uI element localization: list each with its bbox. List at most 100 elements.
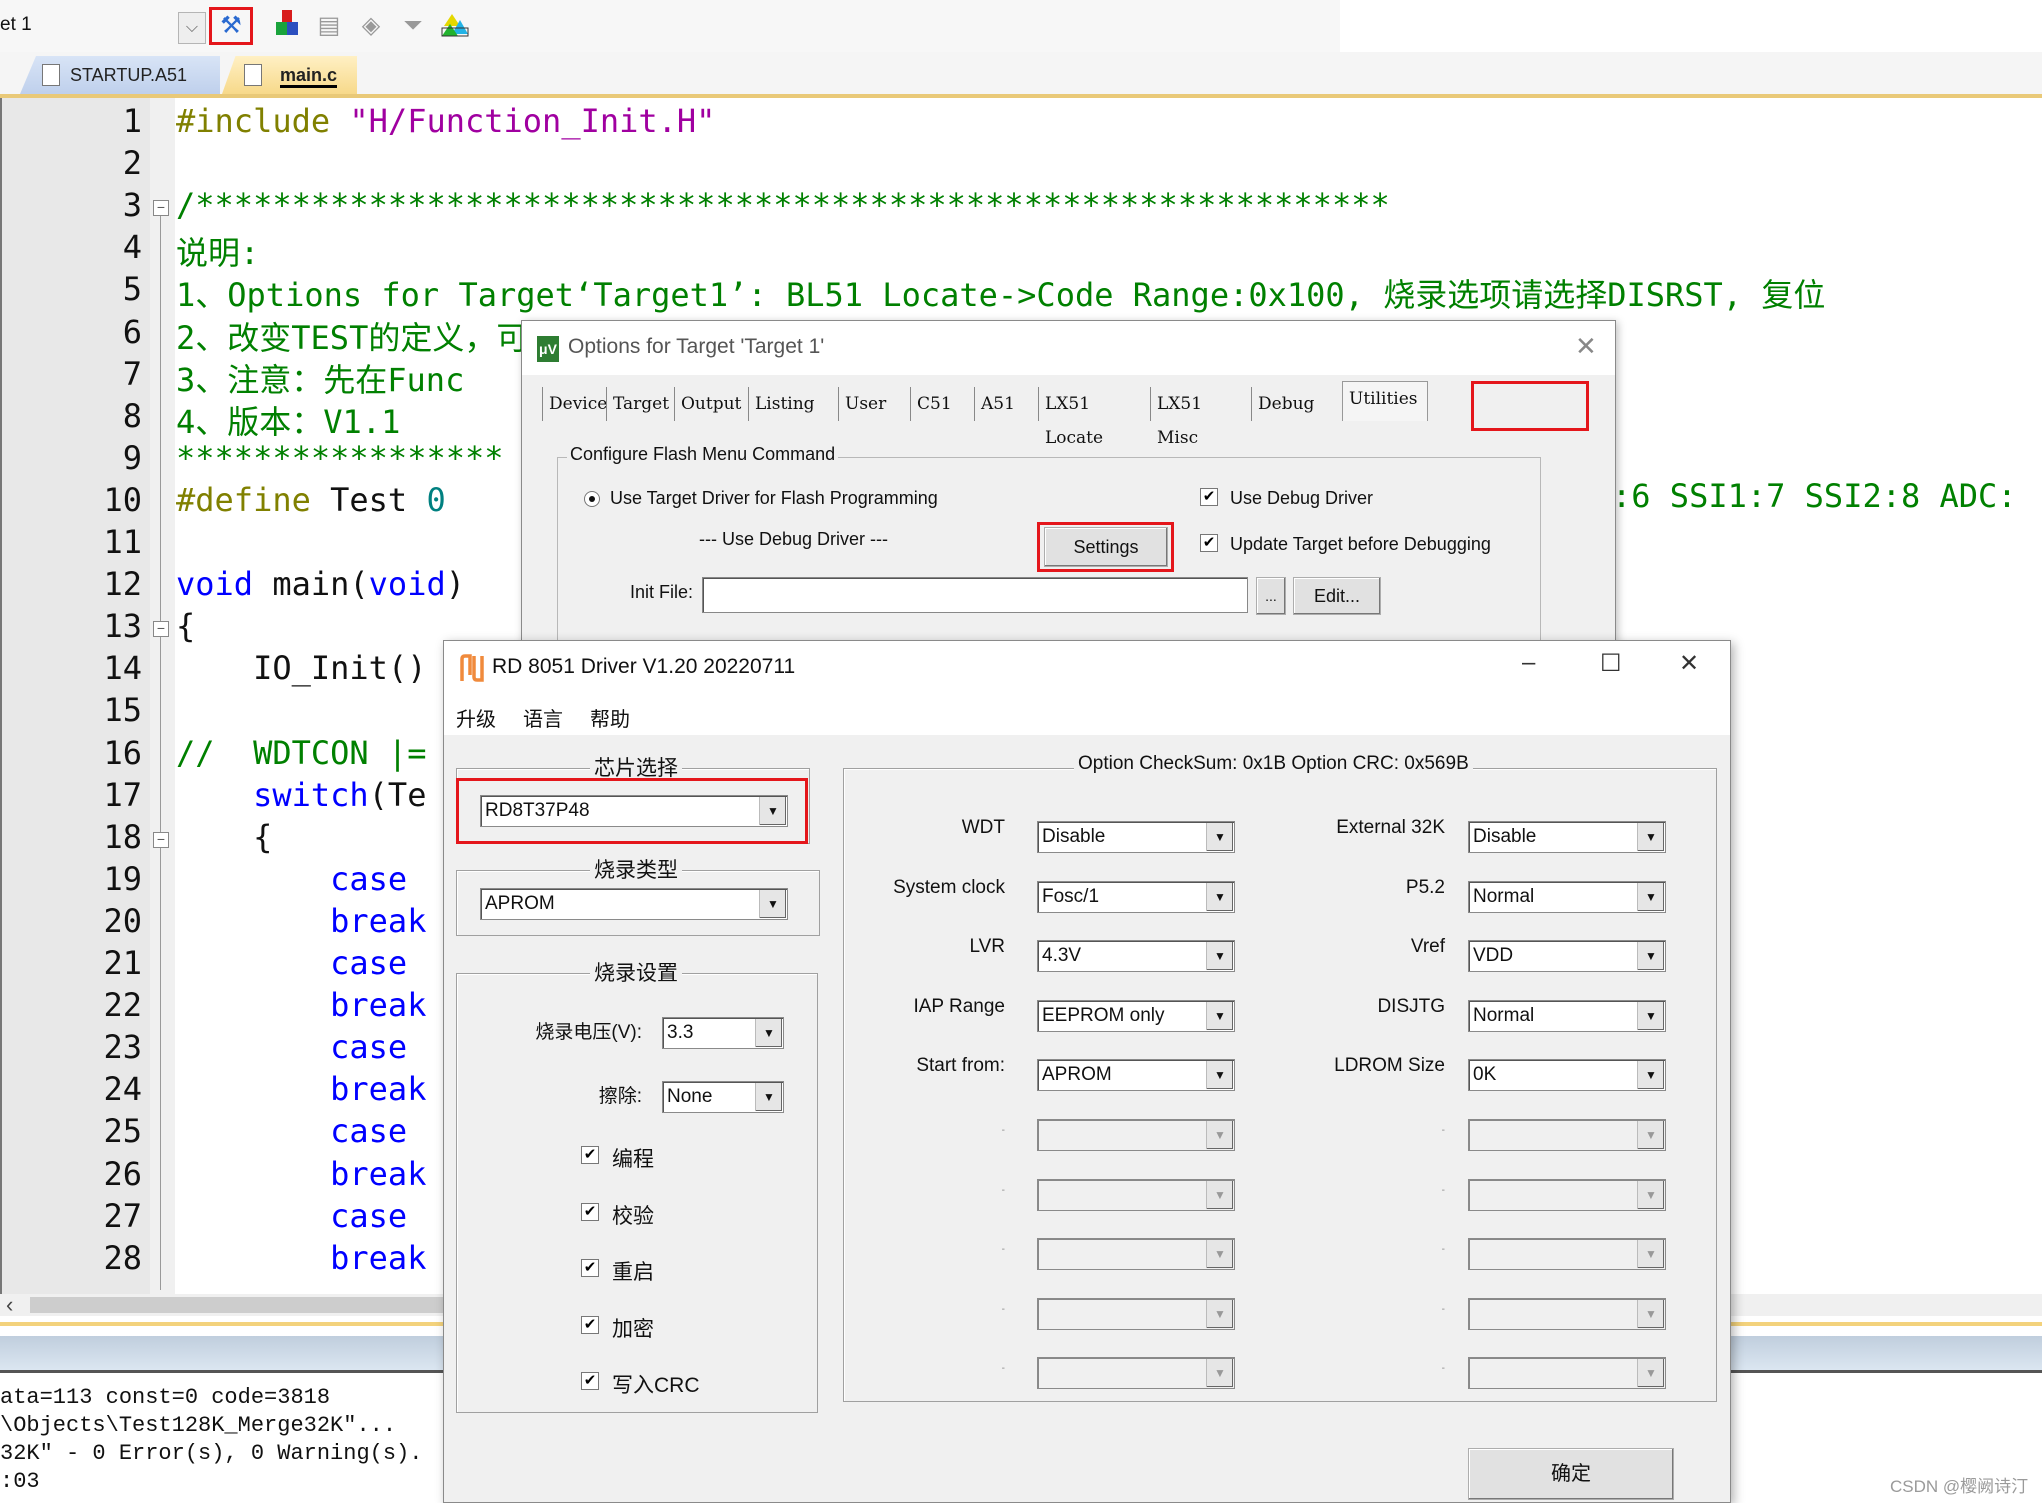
line-number: 28 bbox=[103, 1238, 142, 1277]
options-tab-target[interactable]: Target bbox=[606, 387, 670, 421]
option-combo-external-32k[interactable]: Disable ▼ bbox=[1468, 821, 1666, 853]
dropdown-arrow-icon[interactable]: ▼ bbox=[1206, 882, 1233, 911]
window-stack-icon[interactable]: ▤ bbox=[310, 8, 348, 44]
init-file-input[interactable] bbox=[702, 577, 1248, 613]
burn-option-checkbox[interactable]: ✔ bbox=[581, 1202, 599, 1221]
options-tab-lx51-locate[interactable]: LX51 Locate bbox=[1038, 387, 1146, 448]
option-combo-disabled: ▼ bbox=[1037, 1297, 1235, 1330]
menu-language[interactable]: 语言 bbox=[523, 703, 563, 732]
radio-label: Use Target Driver for Flash Programming bbox=[610, 488, 938, 508]
option-combo-disjtg[interactable]: Normal ▼ bbox=[1468, 999, 1666, 1032]
dialog-title: Options for Target 'Target 1' bbox=[568, 335, 825, 358]
options-tab-output[interactable]: Output bbox=[674, 387, 744, 421]
fold-toggle-icon[interactable]: − bbox=[153, 831, 169, 848]
line-number: 24 bbox=[103, 1070, 142, 1109]
code-token: ***************** bbox=[176, 438, 504, 477]
target-select-value[interactable]: et 1 bbox=[0, 14, 32, 36]
dropdown-arrow-icon[interactable]: ▼ bbox=[1206, 942, 1233, 971]
document-icon bbox=[42, 64, 60, 86]
code-token: case bbox=[176, 859, 408, 898]
burn-option-checkbox[interactable]: ✔ bbox=[581, 1315, 599, 1334]
menu-help[interactable]: 帮助 bbox=[590, 703, 630, 732]
tab-main-c[interactable]: main.c bbox=[222, 56, 357, 94]
fold-toggle-icon[interactable]: − bbox=[153, 621, 169, 638]
dropdown-arrow-icon[interactable]: ▼ bbox=[755, 1083, 782, 1111]
line-number: 21 bbox=[103, 944, 142, 982]
colorful-pack-icon[interactable] bbox=[436, 8, 474, 44]
build-output-line: \Objects\Test128K_Merge32K"... bbox=[0, 1413, 397, 1438]
option-combo-start-from[interactable]: APROM ▼ bbox=[1037, 1059, 1235, 1092]
option-combo-vref[interactable]: VDD ▼ bbox=[1468, 940, 1666, 973]
line-number: 18 bbox=[103, 817, 142, 856]
option-combo-wdt[interactable]: Disable ▼ bbox=[1037, 821, 1235, 853]
code-line: break bbox=[176, 1070, 426, 1108]
option-combo-disabled: ▼ bbox=[1468, 1178, 1666, 1211]
dropdown-arrow-icon[interactable]: ▼ bbox=[1637, 823, 1664, 851]
dropdown-arrow-icon[interactable]: ▼ bbox=[755, 1019, 782, 1047]
option-label: Vref bbox=[1410, 936, 1445, 958]
code-token: case bbox=[176, 1112, 408, 1151]
funnel-icon[interactable]: ⏷ bbox=[394, 8, 432, 44]
code-line: IO_Init() bbox=[176, 649, 426, 687]
close-icon[interactable]: ✕ bbox=[1679, 649, 1699, 678]
dropdown-arrow-icon: ▼ bbox=[1206, 1121, 1233, 1149]
update-target-checkbox[interactable]: ✔ bbox=[1200, 534, 1218, 552]
line-number: 14 bbox=[103, 649, 142, 688]
code-token: break bbox=[176, 1154, 427, 1193]
options-tab-c51[interactable]: C51 bbox=[910, 387, 970, 421]
dropdown-arrow-icon[interactable]: ▼ bbox=[1206, 1061, 1233, 1090]
options-tab-user[interactable]: User bbox=[838, 387, 906, 421]
dropdown-arrow-icon[interactable]: ▼ bbox=[1637, 1001, 1664, 1030]
maximize-icon[interactable]: ☐ bbox=[1600, 649, 1622, 678]
options-tab-device[interactable]: Device bbox=[542, 387, 607, 421]
option-combo-ldrom-size[interactable]: 0K ▼ bbox=[1468, 1059, 1666, 1092]
scroll-left-icon[interactable]: ‹ bbox=[6, 1292, 13, 1318]
code-token: 说明: bbox=[176, 234, 260, 273]
dropdown-arrow-icon[interactable]: ▼ bbox=[1637, 942, 1664, 971]
component-stack-icon[interactable] bbox=[268, 8, 306, 44]
ok-button[interactable]: 确定 bbox=[1468, 1448, 1674, 1500]
toolbar: et 1 ⌵ ⚒ ▤ ◈ ⏷ bbox=[0, 0, 1340, 53]
checkbox-label: 重启 bbox=[612, 1261, 654, 1284]
tab-label: STARTUP.A51 bbox=[70, 65, 188, 85]
tab-startup-a51[interactable]: STARTUP.A51 bbox=[20, 56, 220, 94]
use-target-driver-radio[interactable] bbox=[584, 491, 600, 507]
burn-option-checkbox[interactable]: ✔ bbox=[581, 1146, 599, 1164]
close-icon[interactable]: ✕ bbox=[1575, 331, 1597, 362]
browse-button[interactable]: ... bbox=[1256, 577, 1286, 615]
dropdown-arrow-icon[interactable]: ▼ bbox=[1206, 823, 1233, 851]
options-tab-debug[interactable]: Debug bbox=[1251, 387, 1338, 421]
code-token: { bbox=[176, 607, 196, 646]
options-tab-a51[interactable]: A51 bbox=[974, 387, 1034, 421]
init-file-label: Init File: bbox=[630, 582, 694, 602]
menu-upgrade[interactable]: 升级 bbox=[456, 703, 496, 732]
option-combo-p5-2[interactable]: Normal ▼ bbox=[1468, 880, 1666, 913]
options-tab-lx51-misc[interactable]: LX51 Misc bbox=[1150, 387, 1247, 448]
diamond-icon[interactable]: ◈ bbox=[352, 8, 390, 44]
option-label-placeholder: - bbox=[1001, 1125, 1005, 1136]
voltage-combo[interactable]: 3.3 ▼ bbox=[662, 1017, 784, 1049]
checkbox-label: 加密 bbox=[612, 1317, 654, 1341]
fold-toggle-icon[interactable]: − bbox=[153, 200, 169, 217]
dropdown-arrow-icon[interactable]: ▼ bbox=[1637, 882, 1664, 911]
options-tab-utilities[interactable]: Utilities bbox=[1342, 381, 1428, 421]
target-select-dropdown-icon[interactable]: ⌵ bbox=[178, 12, 206, 44]
options-tab-listing[interactable]: Listing bbox=[748, 387, 834, 421]
option-label: DISJTG bbox=[1377, 995, 1445, 1017]
erase-combo[interactable]: None ▼ bbox=[662, 1081, 784, 1113]
option-combo-lvr[interactable]: 4.3V ▼ bbox=[1037, 940, 1235, 973]
edit-button[interactable]: Edit... bbox=[1293, 577, 1381, 615]
option-combo-iap-range[interactable]: EEPROM only ▼ bbox=[1037, 999, 1235, 1032]
burn-option-checkbox[interactable]: ✔ bbox=[581, 1259, 599, 1277]
option-label-placeholder: - bbox=[1001, 1184, 1005, 1196]
dropdown-arrow-icon[interactable]: ▼ bbox=[1206, 1001, 1233, 1030]
option-combo-system-clock[interactable]: Fosc/1 ▼ bbox=[1037, 880, 1235, 913]
minimize-icon[interactable]: – bbox=[1522, 649, 1535, 677]
use-debug-driver-checkbox[interactable]: ✔ bbox=[1200, 488, 1218, 506]
dropdown-arrow-icon[interactable]: ▼ bbox=[759, 890, 786, 918]
dropdown-arrow-icon[interactable]: ▼ bbox=[1637, 1061, 1664, 1090]
dropdown-arrow-icon: ▼ bbox=[1637, 1299, 1664, 1328]
burn-option-checkbox[interactable]: ✔ bbox=[581, 1372, 599, 1390]
burn-type-combo[interactable]: APROM ▼ bbox=[480, 888, 788, 920]
